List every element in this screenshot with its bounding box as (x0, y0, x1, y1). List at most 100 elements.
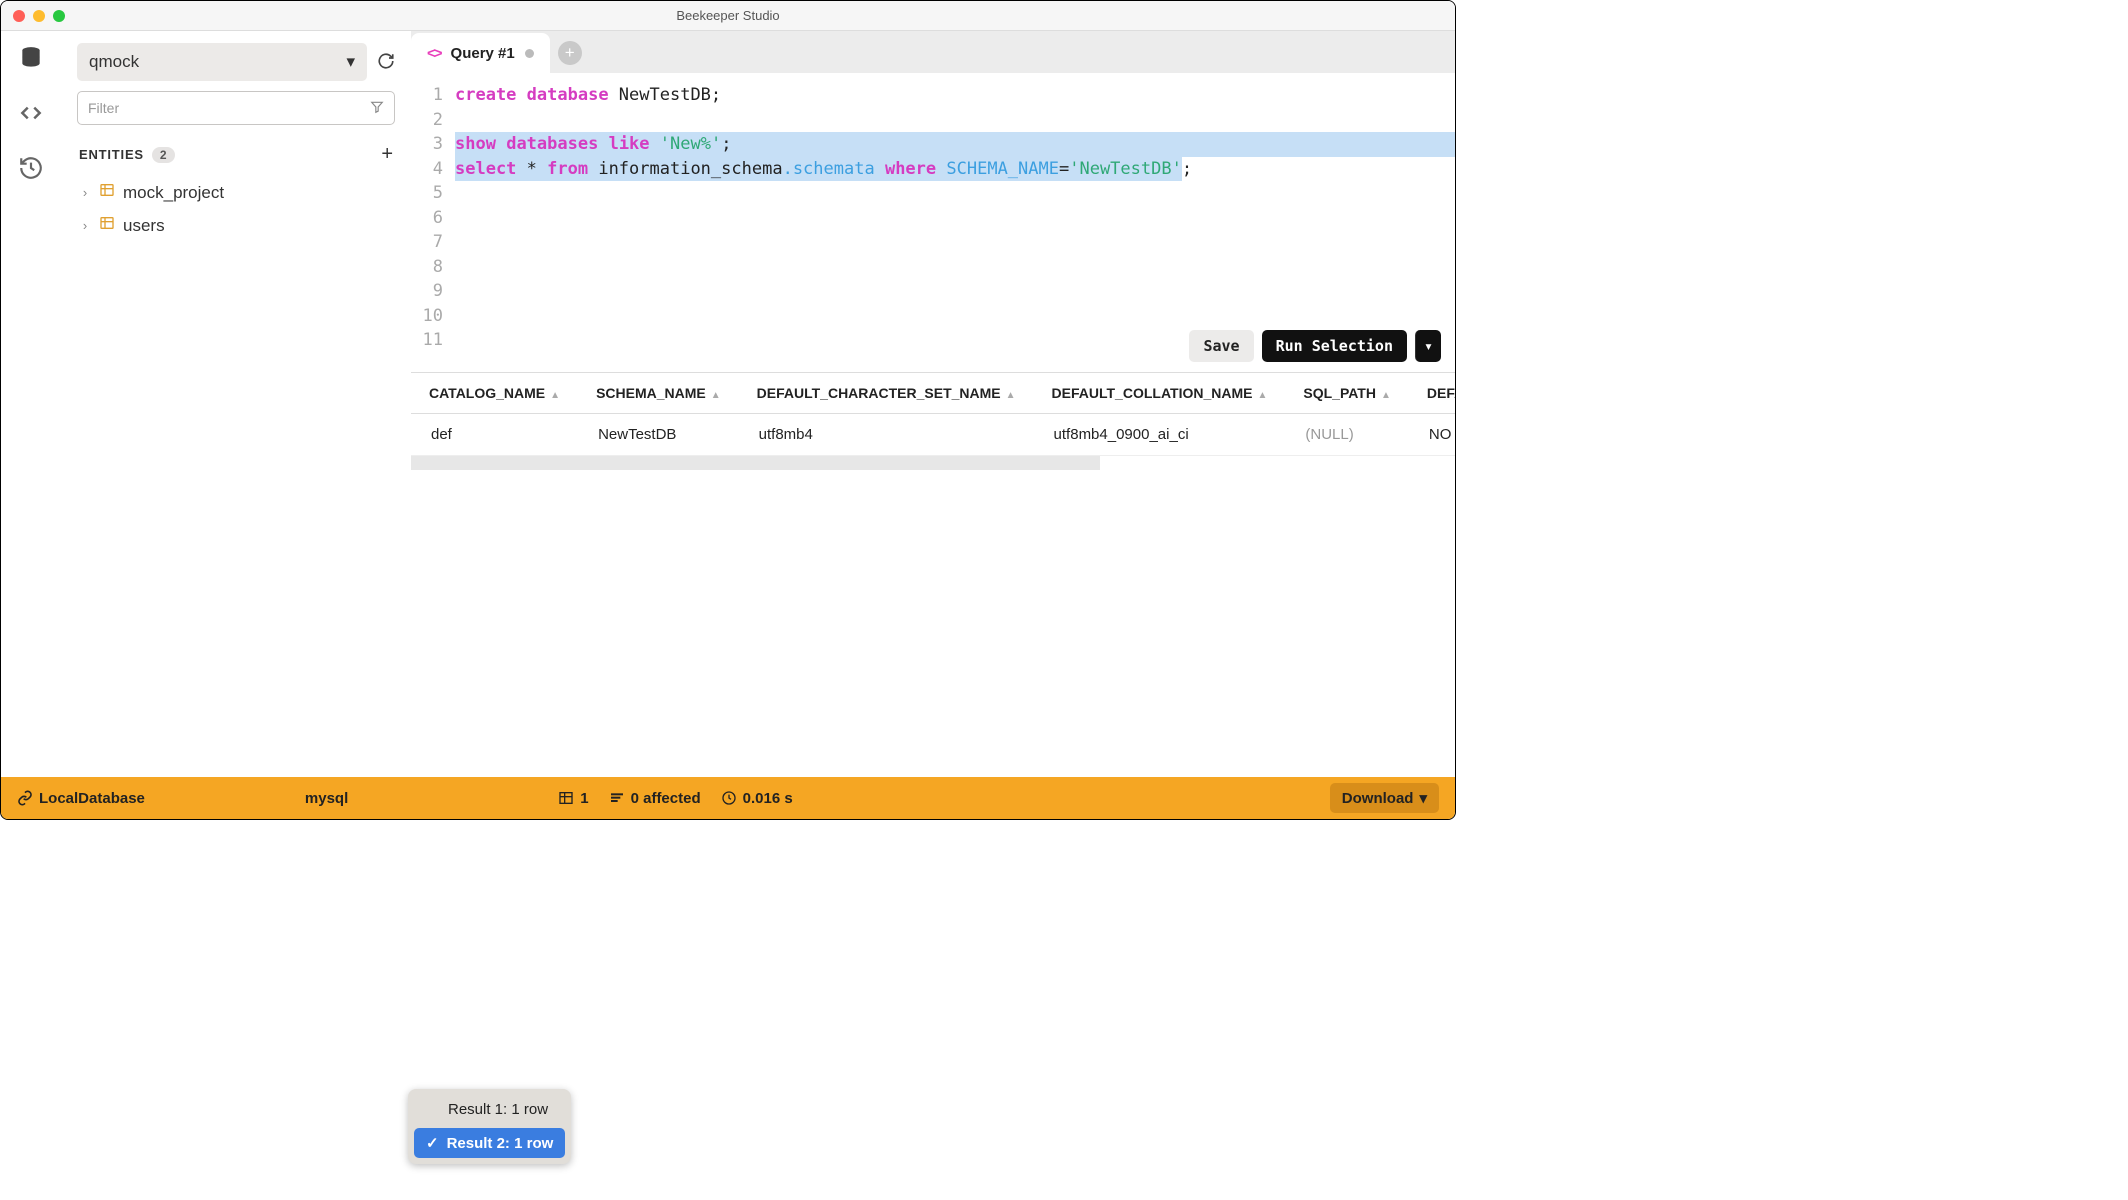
cell: NO (1409, 414, 1455, 456)
entities-count-badge: 2 (152, 147, 175, 163)
column-header[interactable]: DEFAULT_E (1409, 373, 1455, 414)
table-name: users (123, 216, 165, 236)
column-header[interactable]: CATALOG_NAME ▲ (411, 373, 578, 414)
code-text: * (516, 159, 547, 179)
window-title: Beekeeper Studio (1, 8, 1455, 23)
row-count-status: 1 (558, 790, 588, 807)
kw: create (455, 85, 516, 105)
entities-label-text: ENTITIES (79, 147, 144, 162)
sort-icon: ▲ (1257, 390, 1267, 401)
entities-heading: ENTITIES 2 (79, 147, 175, 163)
line-number: 8 (411, 255, 443, 280)
identifier: SCHEMA_NAME (946, 159, 1059, 179)
queries-rail-icon[interactable] (18, 100, 44, 129)
line-number: 11 (411, 328, 443, 353)
col-label: CATALOG_NAME (429, 385, 545, 401)
kw: databases (506, 134, 598, 154)
identifier: schemata (793, 159, 875, 179)
column-header[interactable]: SQL_PATH▲ (1285, 373, 1409, 414)
kw: database (527, 85, 609, 105)
app-window: Beekeeper Studio qmock ▾ (0, 0, 1456, 820)
line-gutter: 1 2 3 4 5 6 7 8 9 10 11 (411, 73, 451, 372)
horizontal-scrollbar[interactable] (411, 456, 1100, 470)
filter-input[interactable]: Filter (77, 91, 395, 125)
line-number: 6 (411, 206, 443, 231)
code-text: ; (721, 134, 731, 154)
database-rail-icon[interactable] (18, 45, 44, 74)
string: 'NewTestDB' (1069, 159, 1182, 179)
code-text: = (1059, 159, 1069, 179)
editor-actions: Save Run Selection ▾ (1189, 330, 1441, 362)
kw: from (547, 159, 588, 179)
chevron-right-icon: › (79, 185, 91, 200)
kw: select (455, 159, 516, 179)
table-item-mock-project[interactable]: › mock_project (77, 176, 395, 209)
line-number: 1 (411, 83, 443, 108)
col-label: SCHEMA_NAME (596, 385, 706, 401)
code-text: information_schema (588, 159, 782, 179)
link-icon (17, 790, 33, 806)
sql-editor[interactable]: 1 2 3 4 5 6 7 8 9 10 11 create database … (411, 73, 1455, 373)
connection-name: LocalDatabase (39, 790, 145, 807)
code-icon: <> (427, 45, 441, 62)
chevron-right-icon: › (79, 218, 91, 233)
cell: (NULL) (1285, 414, 1409, 456)
tab-query-1[interactable]: <> Query #1 (411, 33, 550, 73)
table-item-users[interactable]: › users (77, 209, 395, 242)
table-name: mock_project (123, 183, 224, 203)
rows-icon (609, 790, 625, 806)
line-number: 5 (411, 181, 443, 206)
line-number: 10 (411, 304, 443, 329)
tab-label: Query #1 (451, 45, 515, 62)
chevron-down-icon: ▾ (346, 52, 355, 72)
save-button[interactable]: Save (1189, 330, 1253, 362)
kw: where (885, 159, 936, 179)
add-entity-button[interactable]: + (381, 143, 393, 166)
table-icon (558, 790, 574, 806)
cell: utf8mb4 (739, 414, 1034, 456)
results-table: CATALOG_NAME ▲ SCHEMA_NAME ▲ DEFAULT_CHARA… (411, 373, 1455, 456)
filter-placeholder: Filter (88, 100, 119, 116)
code-text: ; (1182, 159, 1192, 179)
affected-value: 0 affected (631, 790, 701, 807)
code-area[interactable]: create database NewTestDB; show database… (451, 73, 1455, 372)
code-text: NewTestDB; (609, 85, 722, 105)
connection-status[interactable]: LocalDatabase (17, 790, 145, 807)
refresh-button[interactable] (377, 52, 395, 73)
left-rail (1, 31, 61, 777)
time-status: 0.016 s (721, 790, 793, 807)
row-count-value: 1 (580, 790, 588, 807)
cell: utf8mb4_0900_ai_ci (1034, 414, 1286, 456)
sort-icon: ▲ (711, 390, 721, 401)
status-bar: LocalDatabase mysql 1 0 affected 0.016 s… (1, 777, 1455, 819)
new-tab-button[interactable]: + (558, 41, 582, 65)
engine-label: mysql (305, 790, 348, 807)
string: 'New%' (660, 134, 721, 154)
column-header[interactable]: DEFAULT_COLLATION_NAME▲ (1034, 373, 1286, 414)
line-number: 2 (411, 108, 443, 133)
cell: def (411, 414, 578, 456)
kw: show (455, 134, 496, 154)
filter-icon (370, 100, 384, 117)
results-panel: CATALOG_NAME ▲ SCHEMA_NAME ▲ DEFAULT_CHARA… (411, 373, 1455, 777)
unsaved-indicator-icon (525, 49, 534, 58)
sort-icon: ▲ (550, 390, 560, 401)
sort-icon: ▲ (1006, 390, 1016, 401)
line-number: 7 (411, 230, 443, 255)
run-selection-button[interactable]: Run Selection (1262, 330, 1407, 362)
database-selector[interactable]: qmock ▾ (77, 43, 367, 81)
line-number: 9 (411, 279, 443, 304)
database-selector-value: qmock (89, 52, 139, 72)
affected-status: 0 affected (609, 790, 701, 807)
line-number: 4 (411, 157, 443, 182)
time-value: 0.016 s (743, 790, 793, 807)
table-row[interactable]: def NewTestDB utf8mb4 utf8mb4_0900_ai_ci… (411, 414, 1455, 456)
download-button[interactable]: Download ▾ (1330, 783, 1439, 813)
run-dropdown-button[interactable]: ▾ (1415, 330, 1441, 362)
history-rail-icon[interactable] (18, 155, 44, 184)
column-header[interactable]: DEFAULT_CHARACTER_SET_NAME▲ (739, 373, 1034, 414)
results-header-row: CATALOG_NAME ▲ SCHEMA_NAME ▲ DEFAULT_CHARA… (411, 373, 1455, 414)
column-header[interactable]: SCHEMA_NAME ▲ (578, 373, 739, 414)
titlebar: Beekeeper Studio (1, 1, 1455, 31)
kw: like (609, 134, 650, 154)
